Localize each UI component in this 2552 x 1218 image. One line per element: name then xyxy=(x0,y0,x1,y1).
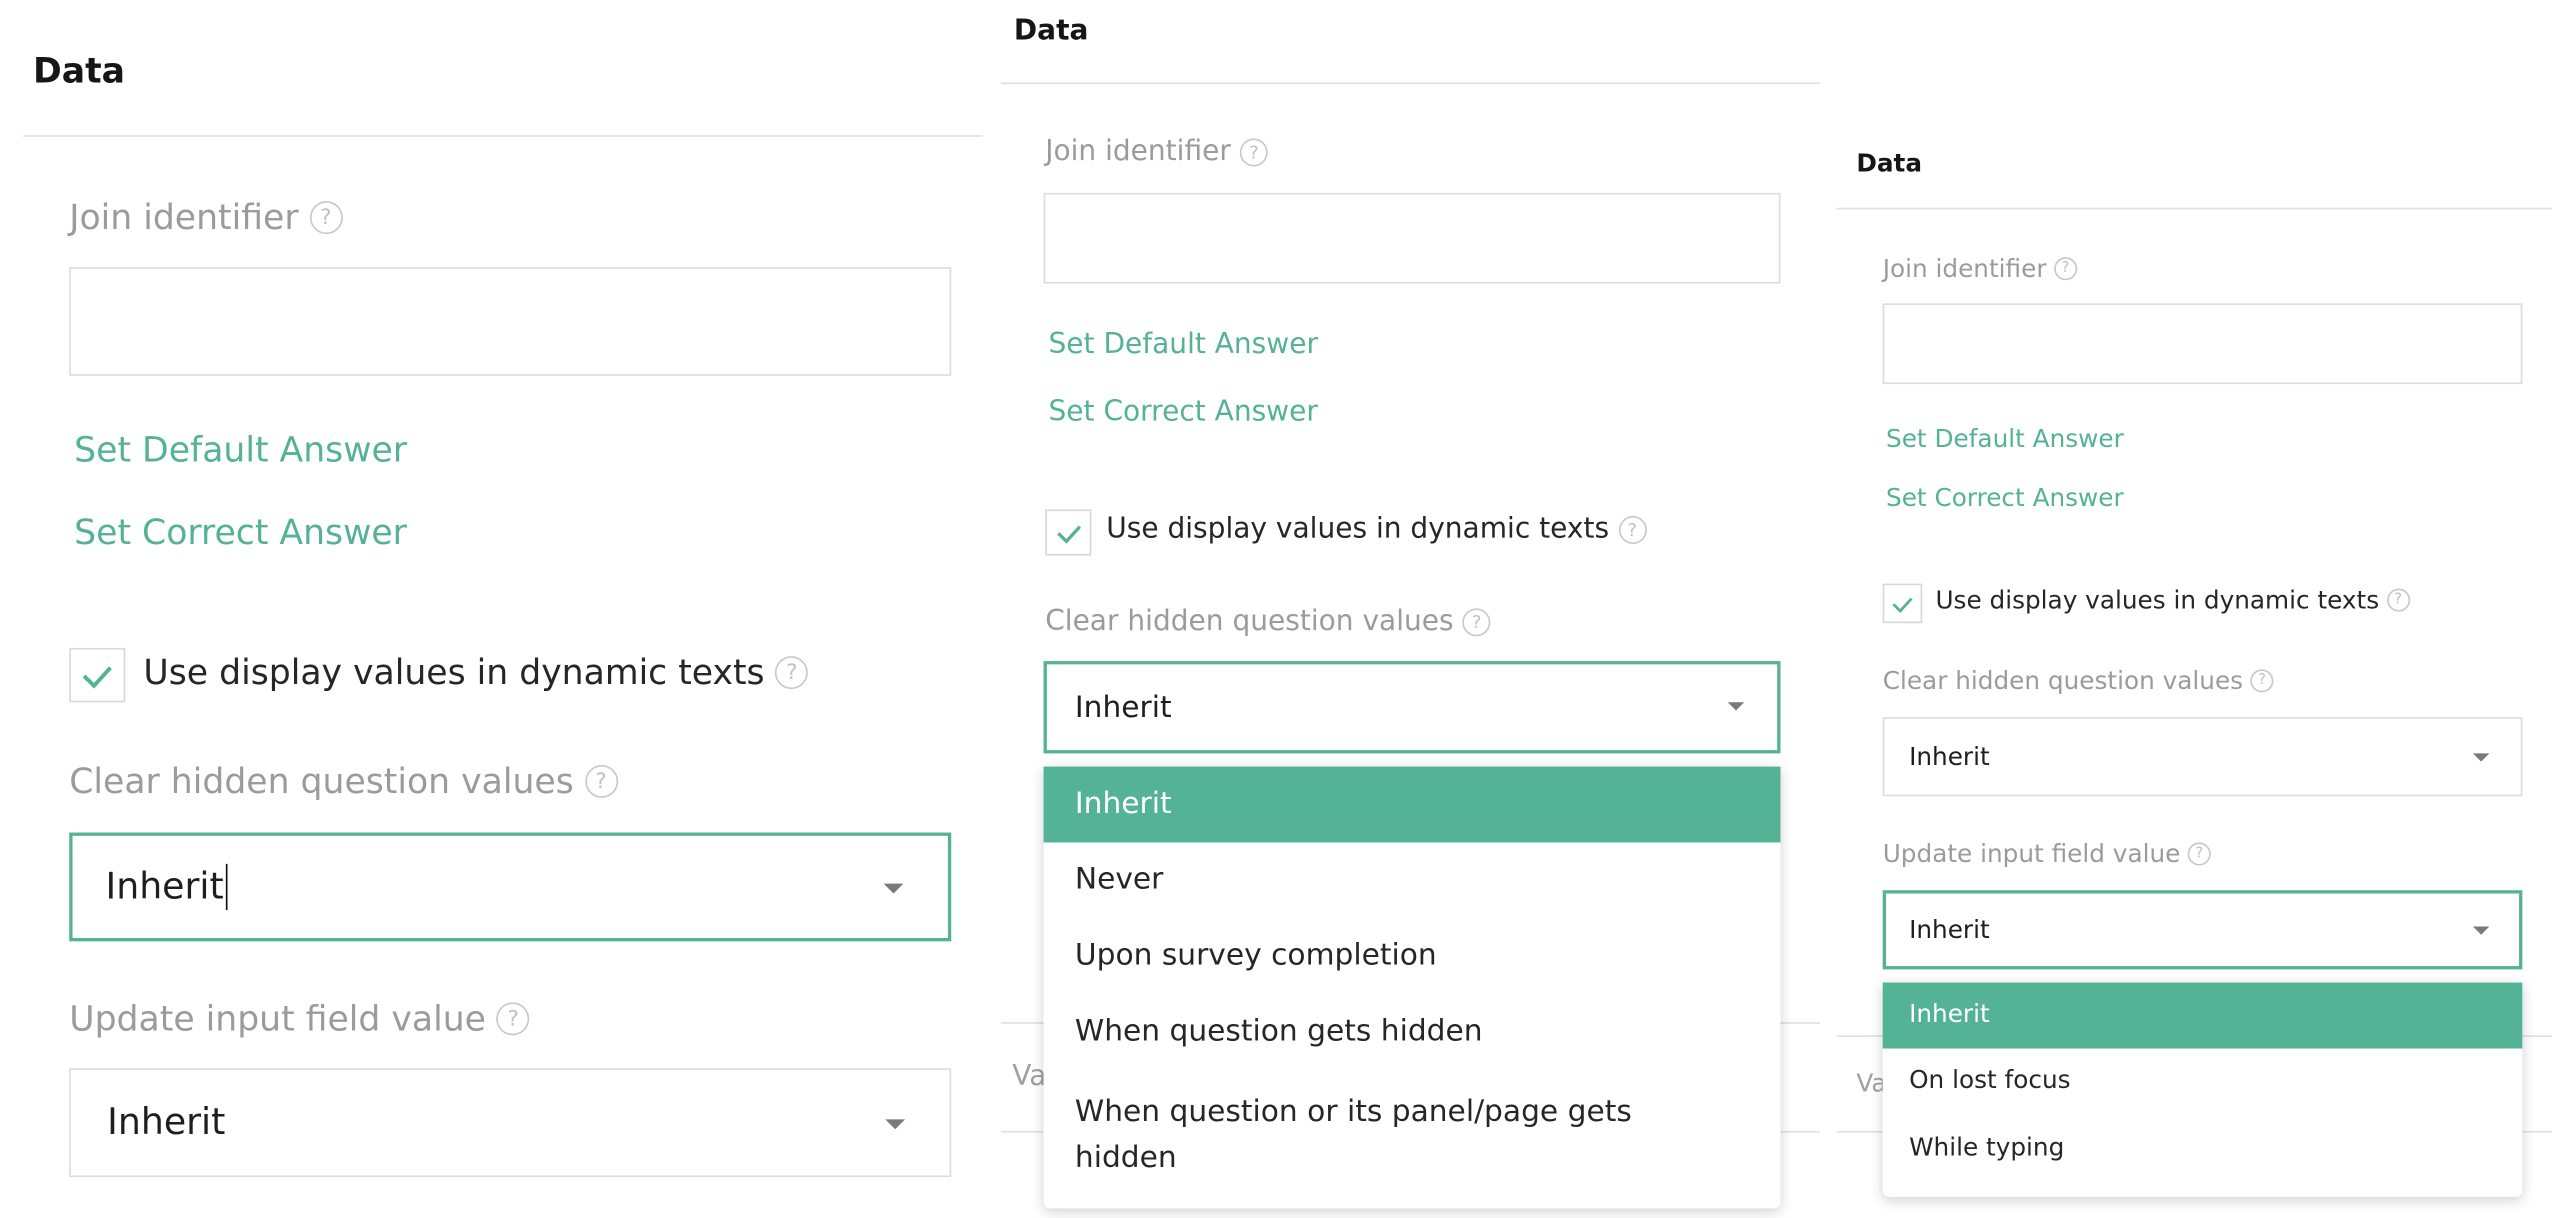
help-icon[interactable]: ? xyxy=(2187,842,2211,866)
select-value: Inherit xyxy=(107,1102,226,1144)
help-icon[interactable]: ? xyxy=(309,201,343,235)
select-value: Inherit xyxy=(1909,914,1990,945)
dropdown-option[interactable]: On lost focus xyxy=(1883,1049,2523,1117)
update-input-field-label-text: Update input field value xyxy=(1882,839,2181,869)
clear-hidden-values-label: Clear hidden question values ? xyxy=(1883,666,2274,696)
dropdown-option[interactable]: Upon survey completion xyxy=(1044,918,1781,994)
section-divider xyxy=(23,135,983,137)
section-title: Data xyxy=(1856,148,1923,179)
join-identifier-label: Join identifier ? xyxy=(1882,253,2078,284)
dropdown-option[interactable]: Inherit xyxy=(1043,766,1781,843)
checkbox-label-text: Use display values in dynamic texts xyxy=(143,652,765,693)
chevron-down-icon[interactable] xyxy=(885,1119,906,1130)
join-identifier-input[interactable] xyxy=(69,267,952,376)
help-icon[interactable]: ? xyxy=(584,764,618,798)
clear-hidden-values-label: Clear hidden question values ? xyxy=(1045,605,1491,638)
validation-section-title[interactable]: Va xyxy=(1012,1060,1046,1093)
set-correct-answer-link[interactable]: Set Correct Answer xyxy=(1049,396,1318,429)
data-panel-1: Data Join identifier ? Set Default Answe… xyxy=(0,0,989,1218)
join-identifier-label-text: Join identifier xyxy=(69,197,299,238)
use-display-values-checkbox[interactable] xyxy=(69,647,126,703)
checkmark-icon xyxy=(1056,524,1081,543)
join-identifier-label: Join identifier ? xyxy=(1045,135,1268,168)
data-panel-3: Data Join identifier ? Set Default Answe… xyxy=(1836,0,2552,1218)
dropdown-option[interactable]: When question or its panel/page gets hid… xyxy=(1044,1070,1781,1195)
select-value: Inherit xyxy=(1074,689,1172,725)
set-default-answer-link[interactable]: Set Default Answer xyxy=(74,430,407,470)
join-identifier-label-text: Join identifier xyxy=(1045,135,1231,169)
section-title: Data xyxy=(32,51,125,91)
update-input-field-select[interactable]: Inherit xyxy=(69,1068,952,1178)
data-panel-2: Data Join identifier ? Set Default Answe… xyxy=(1000,0,1821,1218)
chevron-down-icon[interactable] xyxy=(883,883,904,894)
help-icon[interactable]: ? xyxy=(1618,515,1647,544)
chevron-down-icon[interactable] xyxy=(2472,753,2490,762)
use-display-values-label[interactable]: Use display values in dynamic texts ? xyxy=(143,652,809,693)
clear-hidden-values-label: Clear hidden question values ? xyxy=(69,761,618,802)
dropdown-option[interactable]: Never xyxy=(1044,842,1781,918)
checkbox-label-text: Use display values in dynamic texts xyxy=(1935,585,2380,615)
dropdown-option[interactable]: Inherit xyxy=(1882,982,2523,1049)
clear-hidden-values-label-text: Clear hidden question values xyxy=(1882,666,2244,696)
clear-hidden-values-dropdown: Inherit Never Upon survey completion Whe… xyxy=(1043,766,1781,1209)
checkmark-icon xyxy=(1892,596,1913,613)
clear-hidden-values-label-text: Clear hidden question values xyxy=(69,761,574,802)
select-value: Inherit xyxy=(1909,741,1990,772)
set-correct-answer-link[interactable]: Set Correct Answer xyxy=(74,513,407,553)
update-input-field-label-text: Update input field value xyxy=(69,999,486,1039)
checkmark-icon xyxy=(82,665,112,688)
update-input-field-dropdown: Inherit On lost focus While typing xyxy=(1882,982,2523,1197)
join-identifier-label: Join identifier ? xyxy=(69,197,343,238)
chevron-down-icon[interactable] xyxy=(2472,926,2490,935)
update-input-field-label: Update input field value ? xyxy=(69,999,530,1039)
set-correct-answer-link[interactable]: Set Correct Answer xyxy=(1886,483,2124,513)
help-icon[interactable]: ? xyxy=(496,1002,530,1036)
use-display-values-checkbox[interactable] xyxy=(1882,583,1923,624)
section-divider xyxy=(1836,207,2552,210)
dropdown-option[interactable]: When question gets hidden xyxy=(1044,994,1781,1070)
clear-hidden-values-select[interactable]: Inherit xyxy=(1882,717,2523,797)
section-title: Data xyxy=(1013,14,1089,48)
set-default-answer-link[interactable]: Set Default Answer xyxy=(1886,424,2124,454)
checkbox-label-text: Use display values in dynamic texts xyxy=(1106,512,1610,546)
use-display-values-label[interactable]: Use display values in dynamic texts ? xyxy=(1106,512,1647,546)
clear-hidden-values-select[interactable]: Inherit xyxy=(1043,661,1781,754)
use-display-values-checkbox[interactable] xyxy=(1045,509,1092,556)
help-icon[interactable]: ? xyxy=(2386,588,2410,612)
join-identifier-label-text: Join identifier xyxy=(1882,253,2047,284)
help-icon[interactable]: ? xyxy=(1462,607,1491,636)
join-identifier-input[interactable] xyxy=(1043,192,1781,284)
select-value: Inherit xyxy=(105,866,224,908)
dropdown-option[interactable]: While typing xyxy=(1883,1116,2523,1184)
update-input-field-select[interactable]: Inherit xyxy=(1882,890,2523,970)
update-input-field-label: Update input field value ? xyxy=(1883,839,2211,869)
help-icon[interactable]: ? xyxy=(775,656,809,690)
help-icon[interactable]: ? xyxy=(2053,257,2078,281)
use-display-values-label[interactable]: Use display values in dynamic texts ? xyxy=(1935,585,2410,615)
chevron-down-icon[interactable] xyxy=(1727,702,1745,711)
help-icon[interactable]: ? xyxy=(2250,669,2274,693)
join-identifier-input[interactable] xyxy=(1882,303,2523,385)
clear-hidden-values-select[interactable]: Inherit xyxy=(69,832,952,942)
clear-hidden-values-label-text: Clear hidden question values xyxy=(1045,605,1454,639)
section-divider xyxy=(1000,82,1821,85)
text-cursor xyxy=(225,863,228,911)
help-icon[interactable]: ? xyxy=(1239,137,1268,166)
set-default-answer-link[interactable]: Set Default Answer xyxy=(1049,328,1318,361)
